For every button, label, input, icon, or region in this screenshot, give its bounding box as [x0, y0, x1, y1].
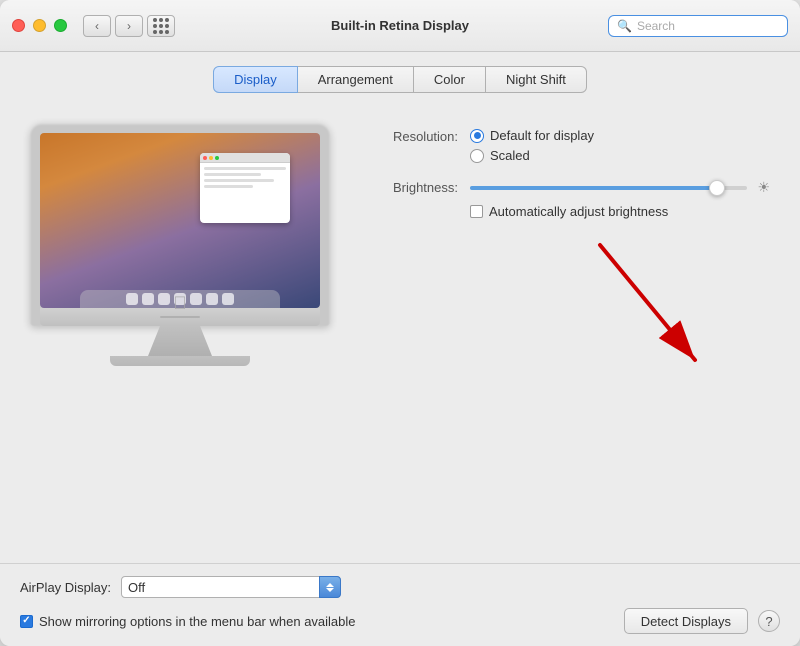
airplay-row: AirPlay Display: Off On — [20, 576, 780, 598]
resolution-row: Resolution: Default for display Scaled — [370, 128, 770, 163]
forward-button[interactable]: › — [115, 15, 143, 37]
radio-scaled[interactable] — [470, 149, 484, 163]
brightness-label: Brightness: — [370, 179, 470, 195]
arrow-annotation — [370, 235, 770, 395]
dock-icon — [158, 293, 170, 305]
tab-display[interactable]: Display — [213, 66, 298, 93]
chevron-right-icon: › — [127, 19, 131, 33]
screen-line — [204, 185, 253, 188]
dock-icon — [190, 293, 202, 305]
resolution-default-label: Default for display — [490, 128, 594, 143]
bottom-buttons: Detect Displays ? — [624, 608, 780, 634]
minimize-button[interactable] — [33, 19, 46, 32]
auto-brightness-label: Automatically adjust brightness — [489, 204, 668, 219]
monitor-wrapper:  — [30, 123, 330, 366]
monitor-preview:  — [30, 113, 340, 563]
monitor-base — [110, 356, 250, 366]
screen-window-titlebar — [200, 153, 290, 163]
airplay-label: AirPlay Display: — [20, 580, 111, 595]
help-button[interactable]: ? — [758, 610, 780, 632]
airplay-select[interactable]: Off On — [121, 576, 341, 598]
resolution-option-scaled[interactable]: Scaled — [470, 148, 770, 163]
resolution-scaled-label: Scaled — [490, 148, 530, 163]
maximize-button[interactable] — [54, 19, 67, 32]
main-content:  Resolution: Default for dis — [0, 103, 800, 563]
search-box[interactable]: 🔍 — [608, 15, 788, 37]
chevron-left-icon: ‹ — [95, 19, 99, 33]
monitor-screen — [40, 133, 320, 308]
screen-window — [200, 153, 290, 223]
settings-section: Resolution: Default for display Scaled — [370, 113, 770, 563]
show-mirroring: ✓ Show mirroring options in the menu bar… — [20, 614, 356, 629]
search-input[interactable] — [637, 19, 779, 33]
tabs-bar: Display Arrangement Color Night Shift — [0, 52, 800, 103]
resolution-radio-group: Default for display Scaled — [470, 128, 770, 163]
apps-grid-button[interactable] — [147, 15, 175, 37]
chevron-down-icon — [326, 588, 334, 592]
screen-window-body — [200, 163, 290, 195]
brightness-slider-track[interactable] — [470, 186, 747, 190]
traffic-lights — [12, 19, 67, 32]
brightness-slider-row: ☀ — [470, 179, 770, 196]
titlebar: ‹ › Built-in Retina Display 🔍 — [0, 0, 800, 52]
screen-line — [204, 173, 261, 176]
airplay-select-wrapper: Off On — [121, 576, 341, 598]
auto-brightness-checkbox[interactable] — [470, 205, 483, 218]
bottom-row: ✓ Show mirroring options in the menu bar… — [20, 608, 780, 634]
brightness-max-icon: ☀ — [757, 179, 770, 196]
tab-night-shift[interactable]: Night Shift — [486, 66, 587, 93]
checkmark-icon: ✓ — [22, 616, 30, 626]
auto-brightness-row: Automatically adjust brightness — [470, 204, 770, 219]
select-arrow-button[interactable] — [319, 576, 341, 598]
dock-icon — [222, 293, 234, 305]
bottom-bar: AirPlay Display: Off On ✓ Show mirroring… — [0, 563, 800, 646]
grid-icon — [153, 18, 169, 34]
screen-maximize — [215, 156, 219, 160]
mirroring-checkbox[interactable]: ✓ — [20, 615, 33, 628]
system-preferences-window: ‹ › Built-in Retina Display 🔍 Display Ar… — [0, 0, 800, 646]
radio-inner — [474, 132, 481, 139]
resolution-label: Resolution: — [370, 128, 470, 144]
brightness-row: Brightness: ☀ Automatically adjust brigh… — [370, 179, 770, 219]
mirroring-label: Show mirroring options in the menu bar w… — [39, 614, 356, 629]
close-button[interactable] — [12, 19, 25, 32]
radio-default[interactable] — [470, 129, 484, 143]
screen-minimize — [209, 156, 213, 160]
monitor-stand — [140, 326, 220, 356]
nav-buttons: ‹ › — [83, 15, 143, 37]
red-arrow-icon — [590, 235, 710, 375]
back-button[interactable]: ‹ — [83, 15, 111, 37]
brightness-slider-thumb[interactable] — [709, 180, 725, 196]
resolution-control: Default for display Scaled — [470, 128, 770, 163]
screen-close — [203, 156, 207, 160]
search-icon: 🔍 — [617, 19, 632, 33]
screen-line — [204, 167, 286, 170]
window-title: Built-in Retina Display — [331, 18, 469, 33]
tab-arrangement[interactable]: Arrangement — [298, 66, 414, 93]
monitor-chin-line — [160, 316, 200, 318]
brightness-control: ☀ Automatically adjust brightness — [470, 179, 770, 219]
dock-icon — [206, 293, 218, 305]
apple-logo:  — [173, 293, 187, 314]
dock-icon — [126, 293, 138, 305]
screen-line — [204, 179, 274, 182]
tab-color[interactable]: Color — [414, 66, 486, 93]
dock-icon — [142, 293, 154, 305]
chevron-up-icon — [326, 583, 334, 587]
resolution-option-default[interactable]: Default for display — [470, 128, 770, 143]
detect-displays-button[interactable]: Detect Displays — [624, 608, 748, 634]
